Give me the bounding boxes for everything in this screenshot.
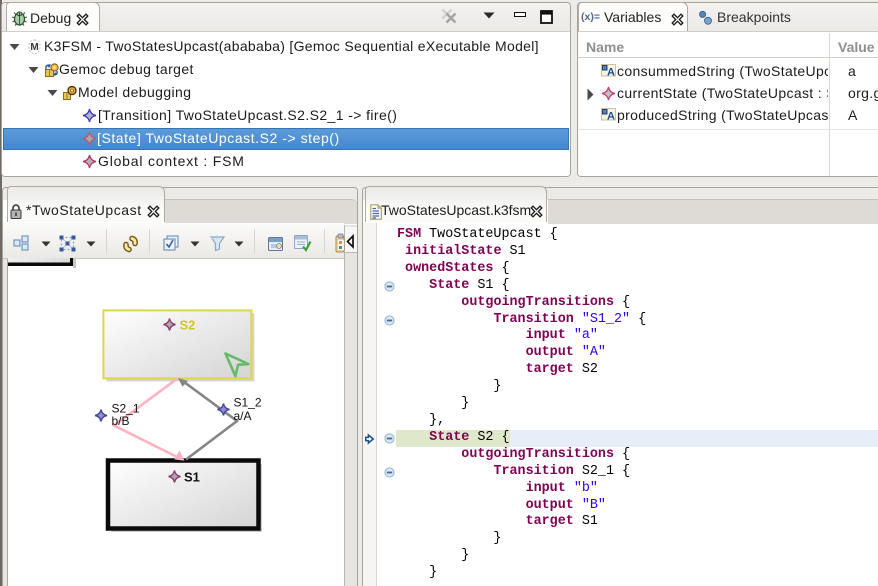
svg-text:M: M	[30, 42, 38, 53]
svg-text:a/A: a/A	[234, 409, 252, 423]
svg-text:S1: S1	[184, 470, 200, 485]
svg-text:A: A	[607, 111, 615, 123]
svg-text:S2: S2	[180, 318, 196, 333]
svg-text:A: A	[607, 67, 615, 79]
svg-text:b/B: b/B	[112, 414, 130, 428]
svg-text:S1_2: S1_2	[234, 396, 262, 410]
